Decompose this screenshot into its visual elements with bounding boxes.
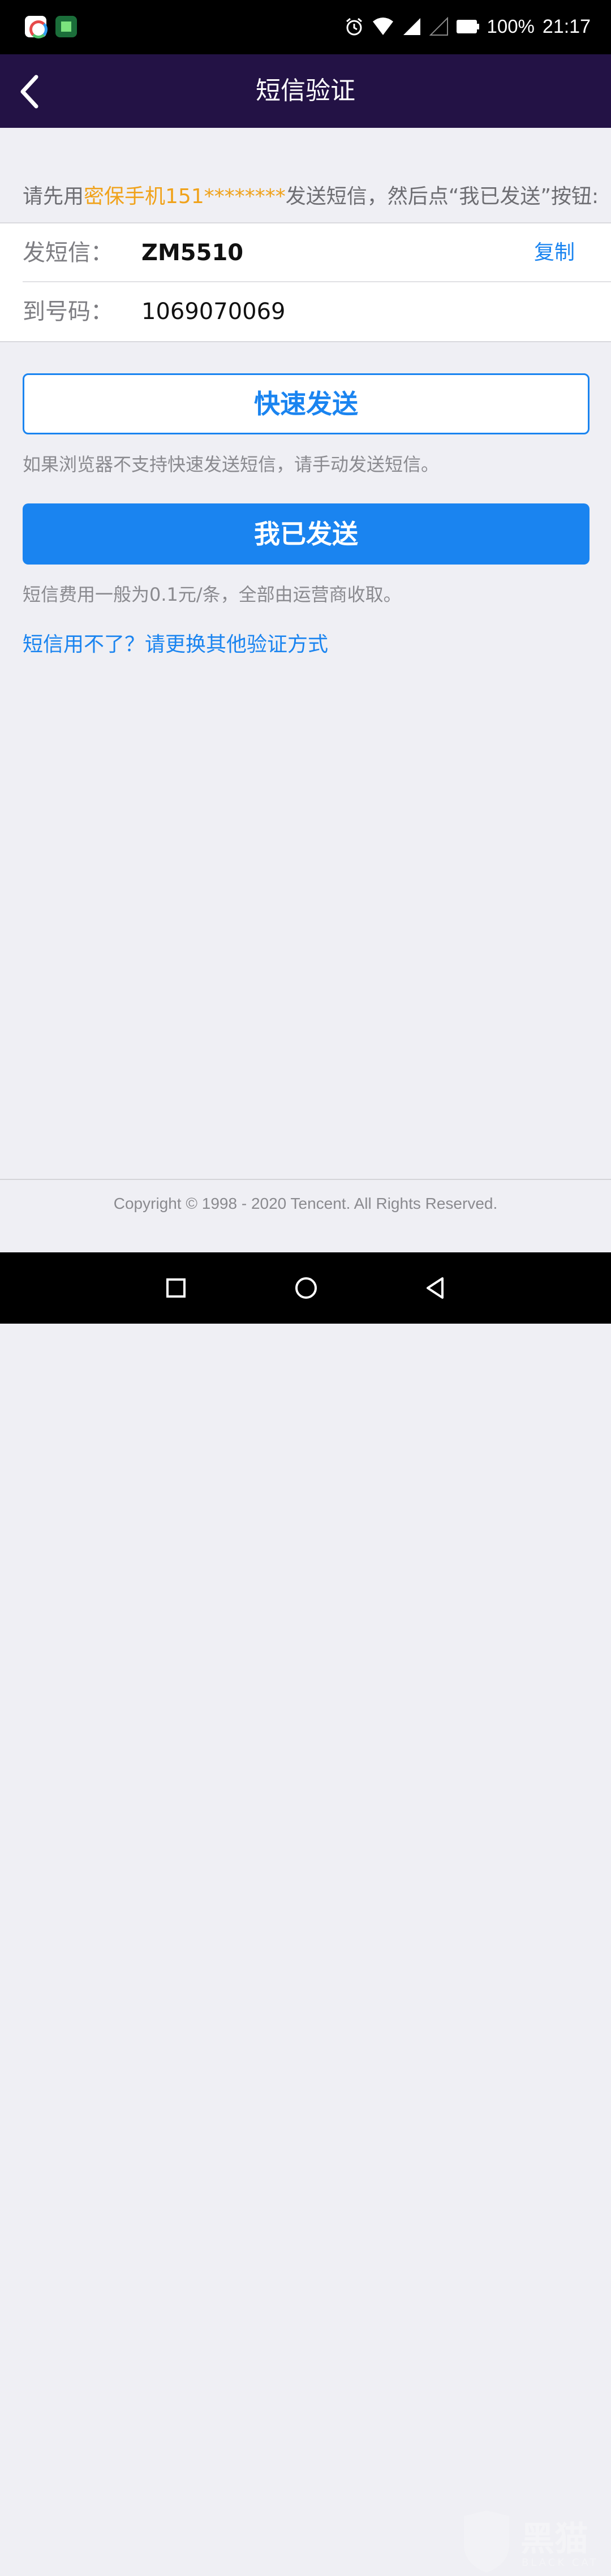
nav-back-button[interactable] xyxy=(416,1269,454,1307)
system-nav-bar: 黑猫 BLACK CAT xyxy=(0,1252,611,2573)
quick-send-button[interactable]: 快速发送 xyxy=(23,373,590,434)
battery-icon xyxy=(456,20,479,33)
alternative-verification-link[interactable]: 短信用不了？请更换其他验证方式 xyxy=(23,628,328,657)
instruction-text: 请先用密保手机151********发送短信，然后点“我已发送”按钮: xyxy=(23,180,599,209)
sms-code-value: ZM5510 xyxy=(141,240,244,266)
app-header: 短信验证 xyxy=(0,54,611,128)
copy-button[interactable]: 复制 xyxy=(534,223,575,282)
send-sms-label: 发短信： xyxy=(23,240,113,266)
to-number-label: 到号码： xyxy=(23,299,113,325)
app-notification-icon-2 xyxy=(55,16,77,37)
sms-info-card: 发短信： ZM5510 复制 到号码： 1069070069 xyxy=(0,222,611,342)
chevron-left-icon xyxy=(20,75,38,109)
sms-number-row: 到号码： 1069070069 xyxy=(23,282,611,341)
page-title: 短信验证 xyxy=(256,76,355,105)
watermark: 黑猫 BLACK CAT xyxy=(458,2508,611,2576)
recent-apps-button[interactable] xyxy=(157,1269,195,1307)
battery-percent: 100% xyxy=(487,16,535,37)
square-icon xyxy=(166,1278,186,1298)
signal-empty-icon xyxy=(429,17,448,36)
sent-button[interactable]: 我已发送 xyxy=(23,503,590,565)
copyright-text: Copyright © 1998 - 2020 Tencent. All Rig… xyxy=(113,1195,498,1212)
status-bar: 100% 21:17 xyxy=(0,0,611,54)
alarm-icon xyxy=(346,18,362,36)
instruction-suffix: 发送短信，然后点“我已发送”按钮: xyxy=(285,185,599,208)
status-icons: 100% 21:17 xyxy=(345,12,591,41)
wifi-icon xyxy=(372,18,393,35)
cat-logo-icon xyxy=(464,2510,509,2573)
phone-highlight: 密保手机151******** xyxy=(84,185,286,208)
back-button[interactable] xyxy=(10,70,53,113)
home-button[interactable] xyxy=(287,1269,325,1307)
sms-number-value: 1069070069 xyxy=(141,299,286,325)
signal-icon xyxy=(403,18,420,35)
watermark-sub: BLACK CAT xyxy=(522,2557,599,2569)
circle-icon xyxy=(295,1277,317,1299)
instruction-prefix: 请先用 xyxy=(23,185,84,208)
triangle-left-icon xyxy=(427,1277,444,1299)
sms-content-row: 发短信： ZM5510 复制 xyxy=(23,223,611,282)
fee-note: 短信费用一般为0.1元/条，全部由运营商收取。 xyxy=(23,584,402,605)
app-notification-icon xyxy=(25,16,48,38)
quick-send-note: 如果浏览器不支持快速发送短信，请手动发送短信。 xyxy=(23,454,440,475)
watermark-text: 黑猫 xyxy=(520,2519,588,2559)
clock: 21:17 xyxy=(542,15,591,37)
footer-divider xyxy=(0,1179,611,1180)
